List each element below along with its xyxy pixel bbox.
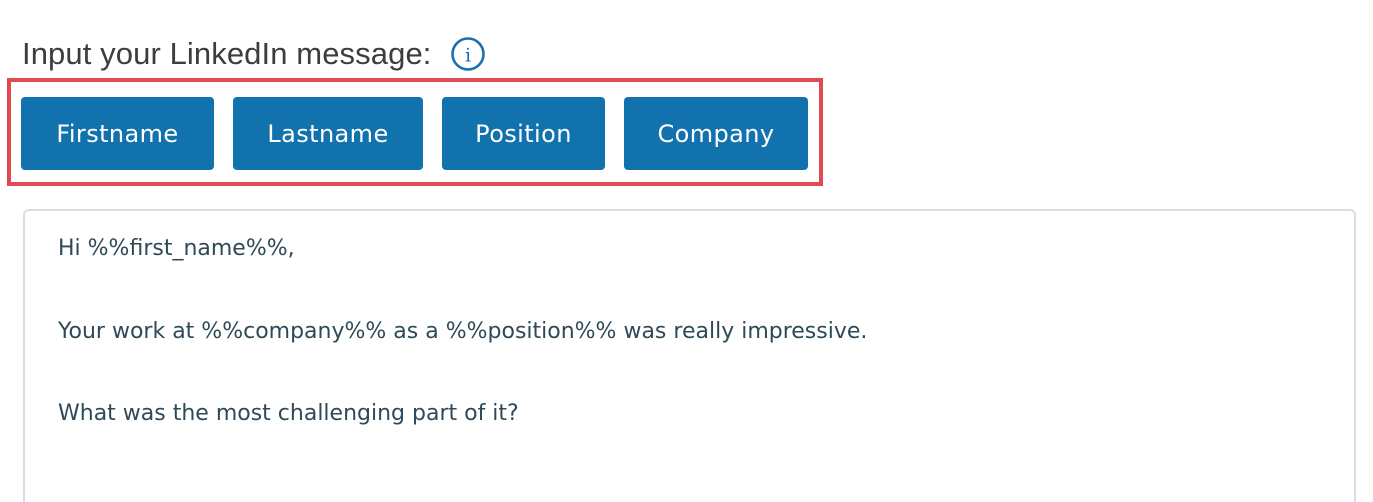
message-line: Your work at %%company%% as a %%position… [58, 319, 868, 344]
message-line: Hi %%first_name%%, [58, 236, 295, 261]
info-circle-icon[interactable]: i [450, 36, 486, 72]
message-line: What was the most challenging part of it… [58, 401, 519, 426]
info-circle-icon-graphic: i [450, 37, 485, 71]
lastname-variable-button[interactable]: Lastname [233, 97, 423, 170]
linkedin-message-editor: Input your LinkedIn message: i Firstname… [0, 0, 1373, 502]
position-variable-button[interactable]: Position [442, 97, 605, 170]
company-variable-button[interactable]: Company [624, 97, 808, 170]
message-label: Input your LinkedIn message: [22, 36, 432, 71]
firstname-variable-button[interactable]: Firstname [21, 97, 214, 170]
message-textarea[interactable]: Hi %%first_name%%, Your work at %%compan… [23, 209, 1356, 502]
message-label-row: Input your LinkedIn message: i [22, 30, 486, 78]
info-icon-glyph: i [464, 45, 470, 67]
